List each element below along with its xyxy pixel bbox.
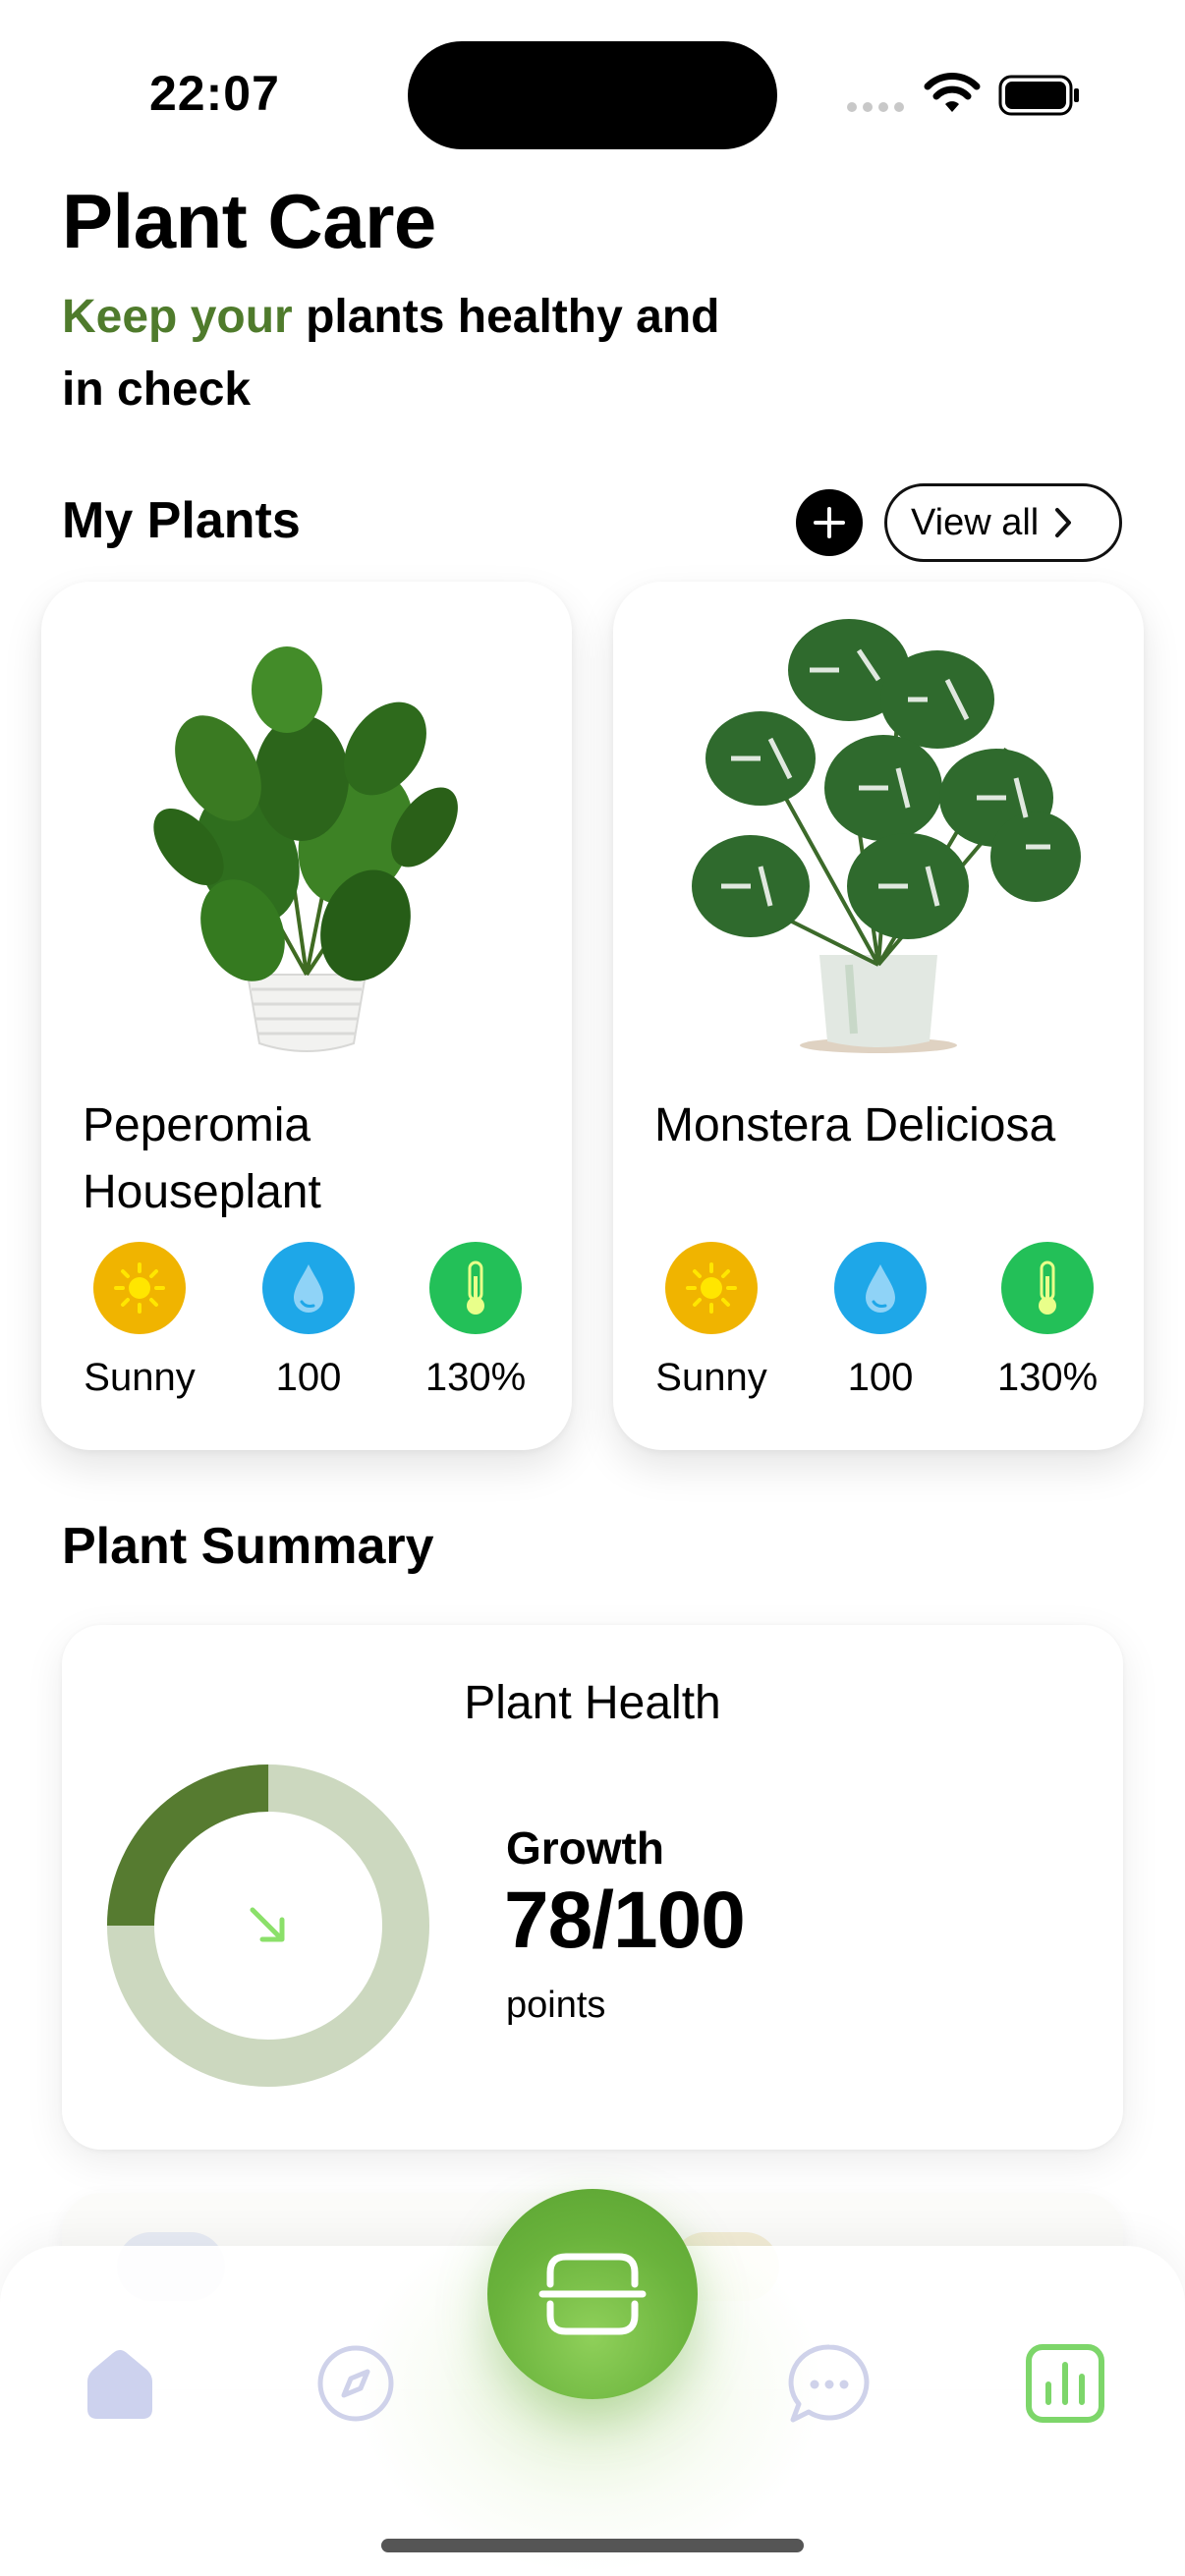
plant-card-peperomia[interactable]: Peperomia Houseplant Sunny 100 130% [41,582,572,1450]
chat-icon [788,2344,870,2423]
compass-icon [317,2345,394,2422]
nav-home[interactable] [71,2334,169,2433]
sun-stat: Sunny [71,1242,208,1400]
water-drop-icon [834,1242,927,1334]
water-label: 100 [847,1356,914,1399]
plant-health-title: Plant Health [464,1677,721,1729]
water-stat: 100 [812,1242,949,1400]
view-all-label: View all [911,501,1040,543]
growth-donut-chart [107,1764,429,2087]
trend-arrow-icon [250,1907,285,1942]
plant-card-monstera[interactable]: Monstera Deliciosa Sunny 100 130% [613,582,1144,1450]
growth-label: Growth [506,1822,664,1874]
status-time: 22:07 [149,66,280,121]
plant-summary-title: Plant Summary [62,1518,434,1575]
water-stat: 100 [240,1242,377,1400]
plant-name: Peperomia Houseplant [83,1099,321,1218]
scan-plant-button[interactable] [487,2189,698,2399]
peperomia-plant-image [153,646,458,1052]
plus-icon [814,507,845,538]
temperature-stat: 130% [407,1242,544,1400]
subtitle-accent: Keep your [62,291,293,343]
nav-chat[interactable] [780,2334,878,2433]
sun-label: Sunny [84,1356,196,1399]
growth-unit: points [506,1985,606,2026]
cellular-signal-icon [847,102,904,112]
page-subtitle: Keep your plants healthy and in check [62,281,750,426]
water-label: 100 [275,1356,342,1399]
dynamic-island [408,41,777,149]
home-indicator[interactable] [381,2539,804,2552]
thermometer-icon [1001,1242,1094,1334]
thermometer-icon [429,1242,522,1334]
stats-icon [1026,2344,1104,2423]
view-all-button[interactable]: View all [884,483,1122,562]
add-plant-button[interactable] [796,489,863,556]
monstera-plant-image [692,619,1081,1053]
sun-icon [93,1242,186,1334]
scan-icon [538,2253,647,2335]
nav-stats[interactable] [1016,2334,1114,2433]
home-icon [87,2350,152,2419]
temperature-stat: 130% [979,1242,1116,1400]
chevron-right-icon [1055,508,1072,537]
temperature-label: 130% [424,1356,527,1399]
nav-explore[interactable] [307,2334,405,2433]
sun-icon [665,1242,758,1334]
temperature-label: 130% [996,1356,1099,1399]
plant-health-card[interactable]: Plant Health Growth 78/100 points [62,1625,1123,2150]
sun-stat: Sunny [643,1242,780,1400]
battery-icon [998,75,1079,116]
my-plants-title: My Plants [62,492,301,549]
wifi-icon [924,73,981,112]
plant-name: Monstera Deliciosa [654,1099,1056,1151]
page-title: Plant Care [62,178,436,264]
growth-value: 78/100 [504,1876,746,1965]
sun-label: Sunny [655,1356,767,1399]
water-drop-icon [262,1242,355,1334]
